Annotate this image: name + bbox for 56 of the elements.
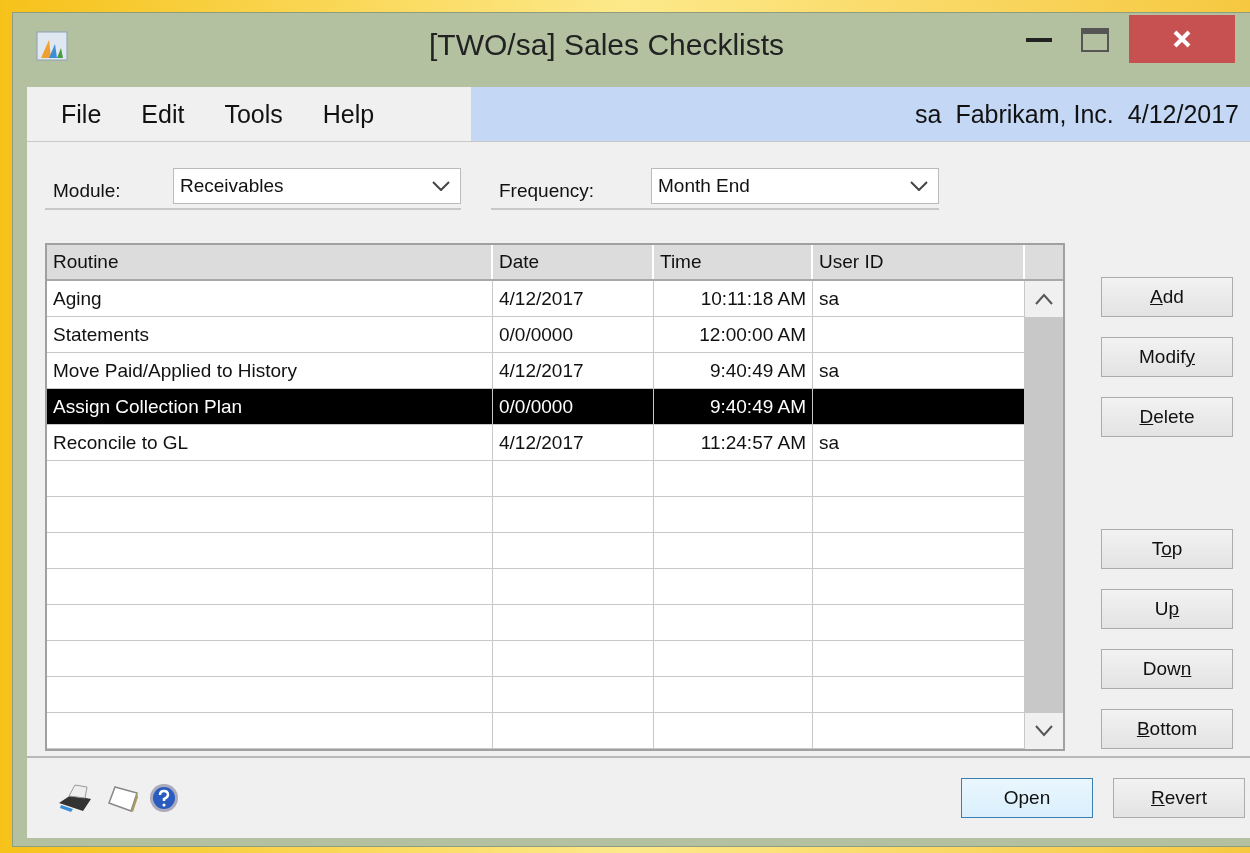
menu-item[interactable]: File [61,99,102,129]
table-row[interactable]: Assign Collection Plan 0/0/0000 9:40:49 AM [47,389,1025,425]
table-cell: Statements [47,317,493,352]
scroll-up-icon[interactable] [1035,293,1053,305]
user-date: 4/12/2017 [1127,99,1239,129]
table-cell: Assign Collection Plan [47,389,493,424]
menu-item[interactable]: Tools [224,99,283,129]
table-cell: 9:40:49 AM [654,389,813,424]
note-icon[interactable] [107,783,141,813]
action-button[interactable]: Bottom [1101,709,1233,749]
table-cell: 9:40:49 AM [654,353,813,388]
table-cell: 11:24:57 AM [654,425,813,460]
action-button[interactable]: Revert [1113,778,1245,818]
table-cell: 4/12/2017 [493,353,654,388]
action-button[interactable]: Add [1101,277,1233,317]
action-button[interactable]: Up [1101,589,1233,629]
field-label: Module: [52,180,122,202]
table-row[interactable]: Statements 0/0/0000 12:00:00 AM [47,317,1025,353]
frequency-dropdown[interactable]: Month End [651,168,939,204]
table-cell: Reconcile to GL [47,425,493,460]
column-header[interactable]: Time [654,245,813,279]
column-header[interactable]: Routine [47,245,493,279]
chart-icon [35,30,69,64]
close-button[interactable] [1129,15,1235,63]
help-icon[interactable] [149,783,179,813]
table-row[interactable]: Aging 4/12/2017 10:11:18 AM sa [47,281,1025,317]
user-name: sa [915,99,942,129]
field-label: Frequency: [498,180,596,202]
menu-item[interactable]: Help [322,99,375,129]
action-button[interactable]: Delete [1101,397,1233,437]
minimize-icon [1026,38,1052,42]
action-button[interactable]: Modify [1101,337,1233,377]
table-cell: 4/12/2017 [493,281,654,316]
action-button[interactable]: Top [1101,529,1233,569]
menu-item[interactable]: Edit [141,99,185,129]
scroll-down-icon[interactable] [1035,725,1053,737]
window-title: [TWO/sa] Sales Checklists [429,28,785,62]
scrollbar[interactable] [1025,281,1063,749]
chevron-down-icon [910,181,928,191]
chevron-down-icon [432,181,450,191]
table-row[interactable]: Reconcile to GL 4/12/2017 11:24:57 AM sa [47,425,1025,461]
module-dropdown[interactable]: Receivables [173,168,461,204]
table-cell: 10:11:18 AM [654,281,813,316]
table-cell: 0/0/0000 [493,317,654,352]
column-header[interactable]: User ID [813,245,1025,279]
maximize-icon [1081,28,1109,52]
table-cell: 12:00:00 AM [654,317,813,352]
table-cell: 0/0/0000 [493,389,654,424]
close-icon [1172,29,1192,49]
action-button[interactable]: Down [1101,649,1233,689]
table-cell: Aging [47,281,493,316]
column-header[interactable]: Date [493,245,654,279]
table-cell: Move Paid/Applied to History [47,353,493,388]
company-name: Fabrikam, Inc. [955,99,1114,129]
table-cell: 4/12/2017 [493,425,654,460]
action-button[interactable]: Open [961,778,1093,818]
